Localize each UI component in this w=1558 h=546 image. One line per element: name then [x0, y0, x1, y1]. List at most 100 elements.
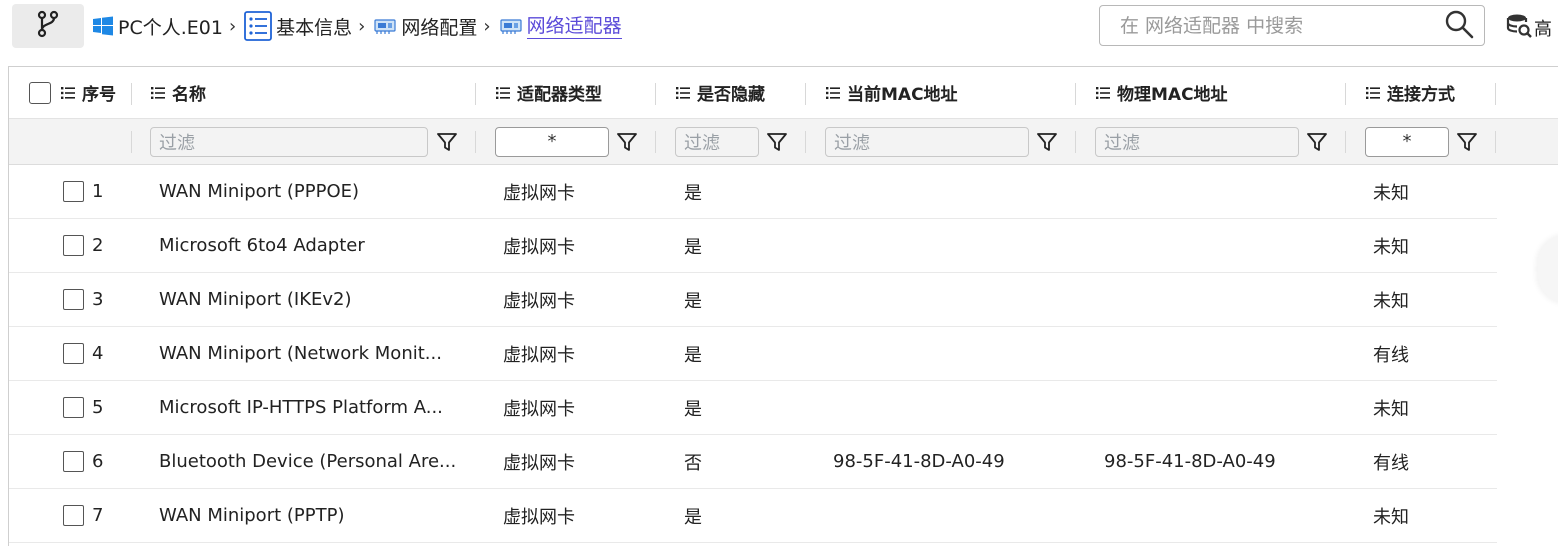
network-card-icon [373, 16, 397, 36]
table-row[interactable]: 3 WAN Miniport (IKEv2) 虚拟网卡 是 未知 [9, 273, 1497, 327]
column-divider [805, 131, 806, 153]
column-header-physical-mac[interactable]: 物理MAC地址 [1096, 67, 1228, 118]
breadcrumb-item-network-config[interactable]: 网络配置 [373, 13, 477, 40]
branch-button[interactable] [12, 4, 84, 48]
filter-input-hidden[interactable]: 过滤 [675, 126, 759, 157]
column-divider[interactable] [805, 83, 806, 105]
breadcrumb-label: PC个人.E01 [118, 16, 223, 39]
search-icon[interactable] [1444, 9, 1474, 43]
breadcrumb-item-basic-info[interactable]: 基本信息 [244, 11, 352, 41]
filter-cell-name: 过滤 [150, 119, 428, 164]
list-icon [244, 11, 273, 41]
row-checkbox[interactable] [63, 289, 84, 310]
row-index: 2 [92, 235, 104, 256]
filter-funnel-icon[interactable] [767, 132, 787, 152]
index-cell: 1 [63, 165, 103, 218]
filter-cell-adapter-type: * [495, 119, 609, 164]
name-cell: Microsoft IP-HTTPS Platform A... [159, 397, 443, 418]
table-row[interactable]: 5 Microsoft IP-HTTPS Platform A... 虚拟网卡 … [9, 381, 1497, 435]
filter-input-current-mac[interactable]: 过滤 [825, 126, 1029, 157]
filter-input-physical-mac[interactable]: 过滤 [1095, 126, 1299, 157]
branch-icon [36, 10, 60, 42]
filter-funnel-icon[interactable] [1037, 132, 1057, 152]
row-index: 4 [92, 343, 104, 364]
table-row[interactable]: 1 WAN Miniport (PPPOE) 虚拟网卡 是 未知 [9, 165, 1497, 219]
filter-funnel-icon[interactable] [617, 132, 637, 152]
filter-input-name[interactable]: 过滤 [150, 126, 428, 157]
column-divider [131, 131, 132, 153]
column-divider[interactable] [1345, 83, 1346, 105]
column-divider [655, 131, 656, 153]
column-header-label: 序号 [82, 85, 116, 105]
column-header-index[interactable]: 序号 [61, 67, 116, 118]
column-header-hidden[interactable]: 是否隐藏 [676, 67, 765, 118]
table-row[interactable]: 2 Microsoft 6to4 Adapter 虚拟网卡 是 未知 [9, 219, 1497, 273]
breadcrumb-label: 网络配置 [401, 16, 478, 39]
filter-funnel-icon[interactable] [1457, 132, 1477, 152]
adapter-type-cell: 虚拟网卡 [503, 182, 575, 204]
table-row[interactable]: 7 WAN Miniport (PPTP) 虚拟网卡 是 未知 [9, 489, 1497, 543]
hidden-cell: 是 [684, 182, 702, 204]
table-row[interactable]: 6 Bluetooth Device (Personal Are... 虚拟网卡… [9, 435, 1497, 489]
select-all-checkbox[interactable] [29, 81, 51, 104]
row-checkbox[interactable] [63, 181, 84, 202]
column-divider [475, 131, 476, 153]
column-divider [1075, 131, 1076, 153]
row-checkbox[interactable] [63, 235, 84, 256]
column-divider [1495, 131, 1496, 153]
column-divider[interactable] [131, 83, 132, 105]
column-divider[interactable] [475, 83, 476, 105]
row-checkbox[interactable] [63, 451, 84, 472]
row-checkbox[interactable] [63, 397, 84, 418]
search-box [1099, 5, 1485, 46]
column-header-current-mac[interactable]: 当前MAC地址 [826, 67, 958, 118]
breadcrumb-label: 网络适配器 [526, 14, 622, 39]
windows-icon [92, 15, 114, 37]
network-card-icon [499, 16, 523, 36]
filter-select-adapter-type[interactable]: * [495, 126, 609, 157]
connection-cell: 未知 [1373, 398, 1409, 420]
row-checkbox[interactable] [63, 343, 84, 364]
advanced-search-button[interactable]: 高 [1506, 12, 1552, 43]
column-header-name[interactable]: 名称 [151, 67, 206, 118]
column-header-connection[interactable]: 连接方式 [1366, 67, 1455, 118]
index-cell: 4 [63, 327, 103, 380]
breadcrumb: PC个人.E01 › 基本信息 › 网络配置 › 网络适配器 [92, 8, 622, 44]
breadcrumb-separator: › [228, 15, 237, 37]
index-cell: 6 [63, 435, 103, 488]
filter-cell-connection: * [1365, 119, 1449, 164]
filter-row: 过滤 * 过滤 过滤 过滤 * [9, 119, 1558, 165]
name-cell: Microsoft 6to4 Adapter [159, 235, 365, 256]
search-input[interactable] [1118, 13, 1444, 38]
filter-funnel-icon[interactable] [437, 132, 457, 152]
column-header-adapter-type[interactable]: 适配器类型 [496, 67, 602, 118]
breadcrumb-item-pc[interactable]: PC个人.E01 [92, 13, 223, 40]
top-bar: PC个人.E01 › 基本信息 › 网络配置 › 网络适配器 在 网络适配器 中… [0, 0, 1558, 52]
column-menu-icon [61, 86, 75, 99]
column-menu-icon [151, 86, 165, 99]
adapter-type-cell: 虚拟网卡 [503, 290, 575, 312]
connection-cell: 未知 [1373, 182, 1409, 204]
row-index: 6 [92, 451, 104, 472]
hidden-cell: 否 [684, 452, 702, 474]
connection-cell: 未知 [1373, 290, 1409, 312]
index-cell: 5 [63, 381, 103, 434]
row-index: 1 [92, 181, 104, 202]
column-divider[interactable] [1495, 83, 1496, 105]
index-cell: 3 [63, 273, 103, 326]
column-divider [1345, 131, 1346, 153]
row-index: 3 [92, 289, 104, 310]
filter-select-connection[interactable]: * [1365, 126, 1449, 157]
name-cell: WAN Miniport (PPTP) [159, 505, 345, 526]
column-header-label: 连接方式 [1387, 85, 1455, 105]
filter-cell-physical-mac: 过滤 [1095, 119, 1299, 164]
advanced-search-label: 高 [1534, 18, 1552, 40]
table-row[interactable]: 4 WAN Miniport (Network Monit... 虚拟网卡 是 … [9, 327, 1497, 381]
column-menu-icon [826, 86, 840, 99]
row-checkbox[interactable] [63, 505, 84, 526]
column-divider[interactable] [1075, 83, 1076, 105]
column-divider[interactable] [655, 83, 656, 105]
hidden-cell: 是 [684, 344, 702, 366]
breadcrumb-item-network-adapter[interactable]: 网络适配器 [499, 14, 622, 39]
filter-funnel-icon[interactable] [1307, 132, 1327, 152]
